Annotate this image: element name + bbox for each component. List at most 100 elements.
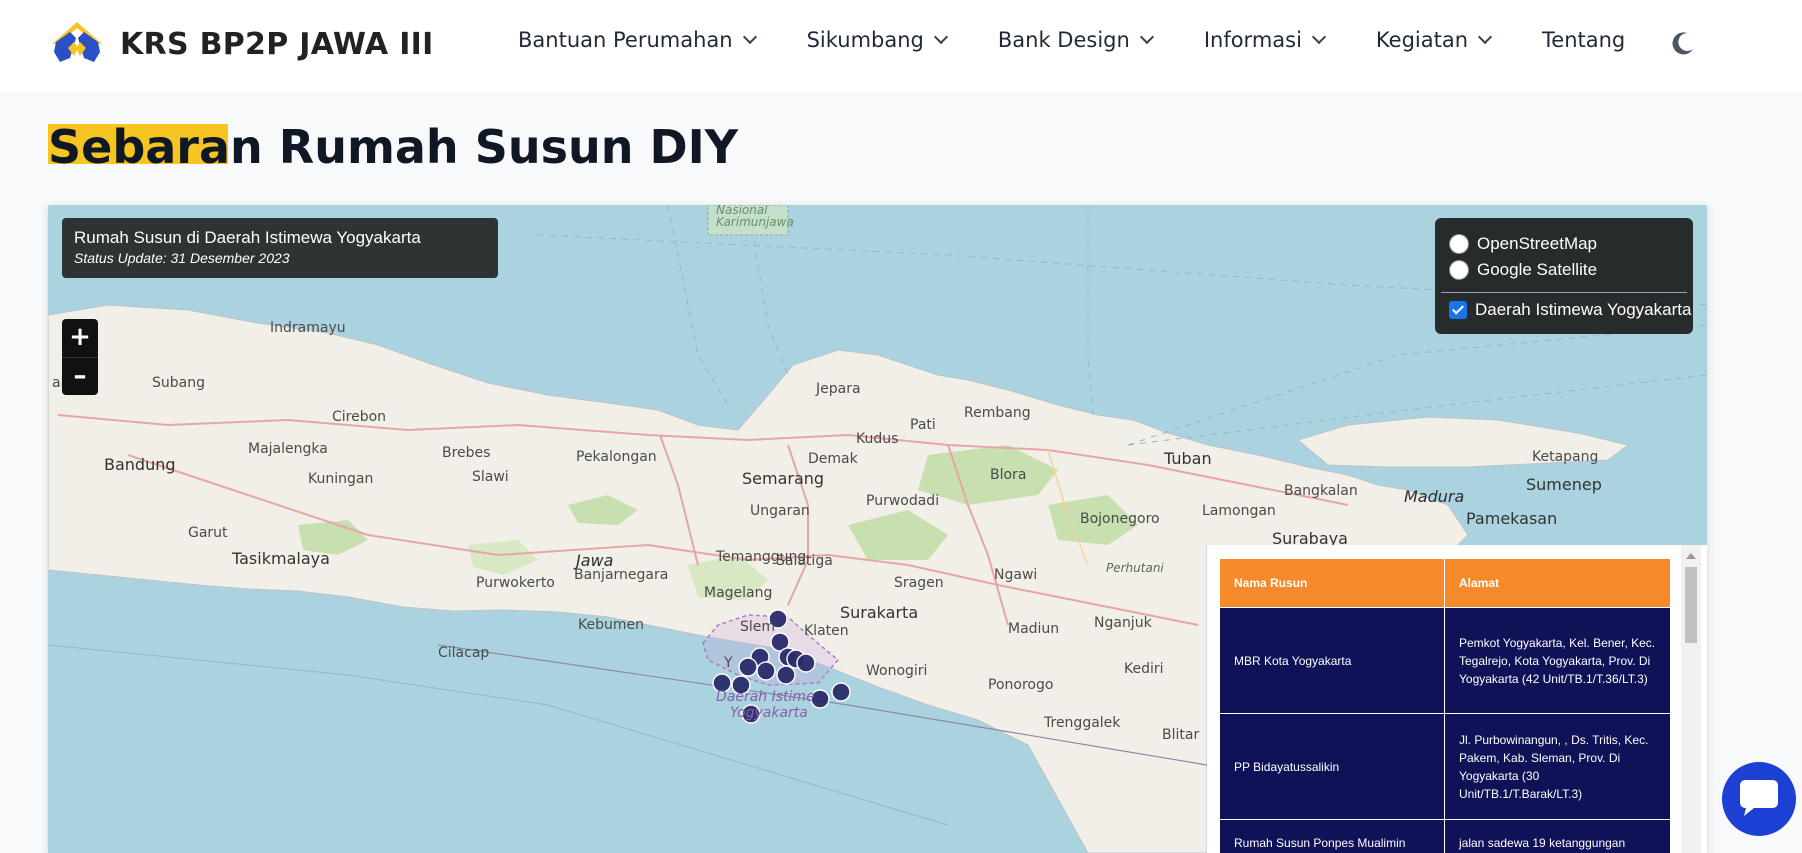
- map-label: Blitar: [1162, 727, 1200, 743]
- moon-icon[interactable]: [1670, 30, 1696, 56]
- checkbox-checked-icon[interactable]: [1449, 301, 1467, 319]
- brand[interactable]: KRS BP2P JAWA III: [48, 18, 434, 70]
- cell-alamat: Pemkot Yogyakarta, Kel. Bener, Kec. Tega…: [1444, 607, 1671, 714]
- map-label: Ungaran: [750, 503, 810, 519]
- nav-label: Kegiatan: [1375, 28, 1469, 52]
- cell-nama: PP Bidayatussalikin: [1219, 713, 1445, 820]
- layer-option-diy[interactable]: Daerah Istimewa Yogyakarta: [1449, 300, 1691, 320]
- map-label: Majalengka: [248, 441, 328, 457]
- scrollbar-thumb[interactable]: [1685, 567, 1697, 643]
- main-nav: Bantuan Perumahan Sikumbang Bank Design …: [518, 28, 1677, 52]
- cell-nama: Rumah Susun Ponpes Mualimin: [1219, 819, 1445, 853]
- map-label: Yogyakarta: [730, 705, 808, 721]
- table-row[interactable]: PP Bidayatussalikin Jl. Purbowinangun, ,…: [1219, 713, 1671, 820]
- chat-icon: [1740, 780, 1778, 816]
- map-label: Daerah Istime: [716, 689, 815, 705]
- map-label: Madiun: [1008, 621, 1060, 637]
- cell-alamat: jalan sadewa 19 ketanggungan: [1444, 819, 1671, 853]
- map-label: Y: [724, 655, 733, 671]
- map-label: Magelang: [704, 585, 773, 601]
- table-scrollbar[interactable]: [1681, 545, 1701, 853]
- radio-button[interactable]: [1449, 234, 1469, 254]
- layer-label: Google Satellite: [1477, 260, 1598, 279]
- radio-button[interactable]: [1449, 260, 1469, 280]
- nav-bank-design[interactable]: Bank Design: [998, 28, 1154, 52]
- brand-name: KRS BP2P JAWA III: [120, 26, 434, 62]
- zoom-control: + –: [62, 319, 98, 395]
- layer-option-google-satellite[interactable]: Google Satellite: [1449, 260, 1597, 280]
- top-navbar: KRS BP2P JAWA III Bantuan Perumahan Siku…: [0, 0, 1802, 92]
- map-container[interactable]: Nasional Karimunjawa Indramayu akarta Su…: [48, 205, 1707, 853]
- map-label: Jepara: [816, 381, 861, 397]
- map-label: Ketapang: [1532, 449, 1599, 465]
- map-label: Rembang: [964, 405, 1031, 421]
- map-label: Surakarta: [840, 603, 919, 622]
- map-label: Sragen: [894, 575, 944, 591]
- map-label: Cirebon: [332, 409, 387, 425]
- chevron-down-icon: [1477, 29, 1493, 45]
- table-header-nama: Nama Rusun: [1219, 558, 1445, 608]
- map-label: Slawi: [472, 469, 509, 485]
- page-title: Sebaran Rumah Susun DIY: [48, 120, 739, 174]
- map-info-title: Rumah Susun di Daerah Istimewa Yogyakart…: [74, 228, 421, 247]
- map-label: Madura: [1404, 487, 1465, 506]
- map-label: Blora: [990, 467, 1027, 483]
- map-label: Bangkalan: [1284, 483, 1358, 499]
- house-hands-logo-icon: [52, 22, 102, 62]
- map-label: Ngawi: [994, 567, 1038, 583]
- chat-button[interactable]: [1722, 762, 1796, 836]
- nav-label: Informasi: [1203, 28, 1302, 52]
- cell-alamat: Jl. Purbowinangun, , Ds. Tritis, Kec. Pa…: [1444, 713, 1671, 820]
- cell-nama: MBR Kota Yogyakarta: [1219, 607, 1445, 714]
- map-label: Kediri: [1124, 661, 1164, 677]
- map-label: Nganjuk: [1094, 615, 1152, 631]
- nav-informasi[interactable]: Informasi: [1203, 28, 1326, 52]
- map-label: Subang: [152, 375, 205, 391]
- nav-sikumbang[interactable]: Sikumbang: [806, 28, 948, 52]
- map-label: Indramayu: [270, 320, 346, 336]
- map-info-subtitle: Status Update: 31 Desember 2023: [74, 250, 290, 266]
- map-label: Sumenep: [1526, 475, 1602, 494]
- map-label: Semarang: [742, 469, 825, 488]
- layer-control: OpenStreetMap Google Satellite Daerah Is…: [1435, 218, 1693, 334]
- map-label: Klaten: [804, 623, 849, 639]
- map-label: Kebumen: [578, 617, 644, 633]
- map-label: Trenggalek: [1044, 715, 1121, 731]
- map-label: Kudus: [856, 431, 899, 447]
- layer-divider: [1441, 292, 1687, 293]
- map-label: Lamongan: [1202, 503, 1276, 519]
- table-header-alamat: Alamat: [1444, 558, 1671, 608]
- nav-label: Sikumbang: [806, 28, 924, 52]
- table-row[interactable]: MBR Kota Yogyakarta Pemkot Yogyakarta, K…: [1219, 607, 1671, 714]
- nav-tentang[interactable]: Tentang: [1542, 28, 1625, 52]
- nav-kegiatan[interactable]: Kegiatan: [1375, 28, 1493, 52]
- chevron-down-icon: [742, 29, 757, 45]
- layer-option-openstreetmap[interactable]: OpenStreetMap: [1449, 234, 1597, 254]
- map-label: Garut: [188, 525, 228, 541]
- nav-label: Bantuan Perumahan: [518, 28, 733, 52]
- layer-label: Daerah Istimewa Yogyakarta: [1475, 300, 1692, 319]
- map-label: Slem: [740, 619, 776, 635]
- map-label: Demak: [808, 451, 858, 467]
- map-label: Ponorogo: [988, 677, 1054, 693]
- map-label: Kuningan: [308, 471, 374, 487]
- map-label: Purwodadi: [866, 493, 940, 509]
- scroll-up-arrow-icon[interactable]: [1686, 553, 1696, 559]
- table-row[interactable]: Rumah Susun Ponpes Mualimin jalan sadewa…: [1219, 819, 1671, 853]
- chevron-down-icon: [933, 29, 948, 45]
- chevron-down-icon: [1311, 29, 1326, 45]
- map-label: Brebes: [442, 445, 491, 461]
- page-heading: Sebaran Rumah Susun DIY: [48, 120, 738, 174]
- zoom-out-button[interactable]: –: [62, 357, 98, 396]
- map-label: Pekalongan: [576, 449, 657, 465]
- map-label: Tasikmalaya: [232, 549, 330, 568]
- nav-bantuan-perumahan[interactable]: Bantuan Perumahan: [518, 28, 757, 52]
- zoom-in-button[interactable]: +: [62, 319, 98, 357]
- map-label: Perhutani: [1106, 561, 1164, 575]
- rusun-table-panel[interactable]: Nama Rusun Alamat MBR Kota Yogyakarta Pe…: [1207, 545, 1707, 853]
- map-label: Pamekasan: [1466, 509, 1558, 528]
- map-label: Tuban: [1164, 449, 1212, 468]
- layer-label: OpenStreetMap: [1477, 234, 1598, 253]
- nav-label: Tentang: [1542, 28, 1626, 52]
- map-label: Banjarnegara: [574, 567, 669, 583]
